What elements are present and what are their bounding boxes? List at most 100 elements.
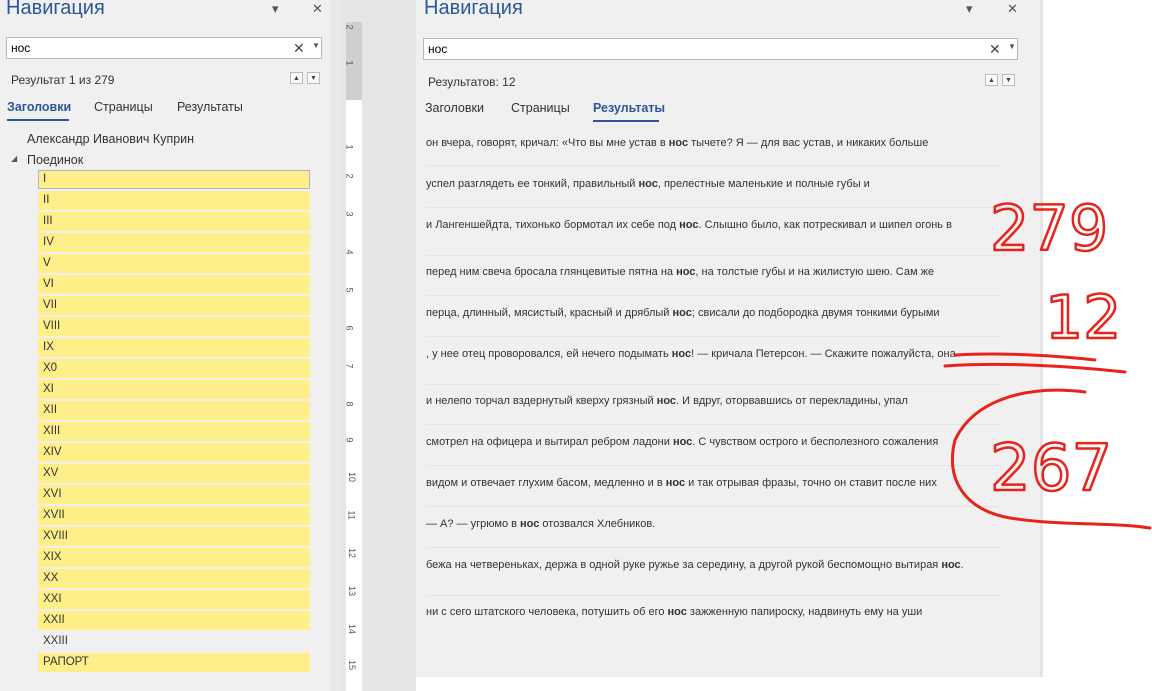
result-divider	[426, 255, 1001, 256]
tab-pages[interactable]: Страницы	[94, 100, 153, 114]
ruler-label: 7	[344, 363, 355, 369]
pane-close-button[interactable]: ✕	[312, 2, 323, 16]
ruler-label: 4	[344, 249, 355, 255]
next-result-button[interactable]: ▼	[307, 72, 320, 84]
pane-title: Навигация	[6, 0, 105, 19]
chapter-item[interactable]: IX	[38, 338, 310, 357]
chapter-item[interactable]: VII	[38, 296, 310, 315]
chapter-item[interactable]: X0	[38, 359, 310, 378]
search-hit: нос	[520, 518, 540, 530]
vertical-ruler: 2 1 1 2 3 4 5 6 7 8 9 10 11 12 13 14 15	[341, 0, 416, 691]
ruler-label: 1	[344, 60, 355, 66]
result-counter: Результат 1 из 279	[11, 73, 115, 87]
tab-headings[interactable]: Заголовки	[7, 100, 71, 114]
ruler-label: 12	[347, 547, 358, 559]
previous-result-button[interactable]: ▲	[985, 74, 998, 86]
search-result-item[interactable]: и нелепо торчал вздернутый кверху грязны…	[426, 393, 1001, 409]
result-divider	[426, 465, 1001, 466]
search-result-item[interactable]: и Лангеншейдта, тихонько бормотал их себ…	[426, 217, 1001, 233]
ruler-label: 14	[347, 623, 358, 635]
pane-border	[1040, 0, 1043, 677]
search-result-item[interactable]: перед ним свеча бросала глянцевитые пятн…	[426, 264, 1001, 280]
tab-results[interactable]: Результаты	[177, 100, 243, 114]
pane-close-button[interactable]: ✕	[1007, 2, 1018, 16]
search-options-icon[interactable]: ▼	[1008, 42, 1016, 51]
chapter-item[interactable]: III	[38, 212, 310, 231]
search-result-item[interactable]: успел разглядеть ее тонкий, правильный н…	[426, 176, 1001, 192]
search-hit: нос	[638, 178, 658, 190]
chapter-item[interactable]: РАПОРТ	[38, 653, 310, 672]
active-tab-indicator	[593, 120, 659, 122]
result-divider	[426, 384, 1001, 385]
result-divider	[426, 295, 1001, 296]
ruler-label: 2	[344, 173, 355, 179]
search-hit: нос	[676, 266, 696, 278]
heading-book[interactable]: Поединок	[27, 153, 83, 167]
annotation-12: 12	[1045, 283, 1121, 353]
search-hit: нос	[656, 395, 677, 407]
chapter-item[interactable]: VIII	[38, 317, 310, 336]
tab-headings[interactable]: Заголовки	[425, 101, 484, 115]
heading-author[interactable]: Александр Иванович Куприн	[27, 132, 194, 146]
result-divider	[426, 424, 1001, 425]
next-result-button[interactable]: ▼	[1002, 74, 1015, 86]
search-hit: нос	[667, 606, 687, 618]
pane-options-button[interactable]: ▾	[272, 2, 279, 16]
chapter-item[interactable]: XX	[38, 569, 310, 588]
search-result-item[interactable]: — А? — угрюмо в нос отозвался Хлебников.	[426, 516, 1001, 532]
search-result-item[interactable]: видом и отвечает глухим басом, медленно …	[426, 475, 1001, 491]
chapter-item[interactable]: V	[38, 254, 310, 273]
search-result-item[interactable]: ни с сего штатского человека, потушить о…	[426, 604, 1001, 620]
result-divider	[426, 547, 1001, 548]
ruler-label: 9	[344, 437, 355, 443]
ruler-label: 2	[344, 24, 355, 30]
previous-result-button[interactable]: ▲	[290, 72, 303, 84]
result-divider	[426, 165, 1001, 166]
chapter-item[interactable]: VI	[38, 275, 310, 294]
tab-results[interactable]: Результаты	[593, 101, 665, 115]
clear-search-icon[interactable]: ✕	[989, 41, 1001, 58]
ruler-label: 15	[347, 659, 358, 671]
ruler-label: 3	[344, 211, 355, 217]
search-input[interactable]: нос	[428, 42, 447, 56]
search-result-item[interactable]: перца, длинный, мясистый, красный и дряб…	[426, 305, 1001, 321]
search-result-item[interactable]: он вчера, говорят, кричал: «Что вы мне у…	[426, 135, 1001, 151]
ruler-label: 8	[344, 401, 355, 407]
pane-options-button[interactable]: ▾	[966, 2, 973, 16]
chapter-item[interactable]: XIV	[38, 443, 310, 462]
search-field[interactable]: нос ✕ ▼	[6, 37, 322, 59]
search-result-item[interactable]: , у нее отец проворовался, ей нечего под…	[426, 346, 1001, 362]
chapter-item[interactable]: XII	[38, 401, 310, 420]
chapter-item[interactable]: XVIII	[38, 527, 310, 546]
chapter-item[interactable]: II	[38, 191, 310, 210]
search-hit: нос	[665, 477, 686, 489]
pane-scrollbar[interactable]	[331, 0, 341, 691]
chapter-item[interactable]: XI	[38, 380, 310, 399]
chapter-item[interactable]: XXIII	[38, 632, 310, 651]
chapter-item[interactable]: XIII	[38, 422, 310, 441]
ruler-label: 13	[347, 585, 358, 597]
chapter-item[interactable]: XXII	[38, 611, 310, 630]
chapter-item[interactable]: XXI	[38, 590, 310, 609]
search-options-icon[interactable]: ▼	[312, 41, 320, 50]
ruler-label: 10	[347, 471, 358, 483]
search-result-item[interactable]: бежа на четвереньках, держа в одной руке…	[426, 557, 1001, 573]
search-hit: нос	[679, 219, 699, 231]
result-counter: Результатов: 12	[428, 75, 516, 89]
chapter-item[interactable]: XV	[38, 464, 310, 483]
search-hit: нос	[672, 307, 692, 319]
search-result-item[interactable]: смотрел на офицера и вытирал ребром ладо…	[426, 434, 1001, 450]
clear-search-icon[interactable]: ✕	[293, 40, 305, 57]
chapter-item[interactable]: XVI	[38, 485, 310, 504]
chapter-item[interactable]: XIX	[38, 548, 310, 567]
chapter-item[interactable]: XVII	[38, 506, 310, 525]
ruler-label: 1	[344, 144, 355, 150]
ruler-label: 6	[344, 325, 355, 331]
search-input[interactable]: нос	[11, 41, 30, 55]
tab-pages[interactable]: Страницы	[511, 101, 570, 115]
left-navigation-pane: Навигация ▾ ✕ нос ✕ ▼ Результат 1 из 279…	[0, 0, 331, 691]
collapse-arrow-icon[interactable]: ◢	[11, 154, 17, 163]
chapter-item[interactable]: I	[38, 170, 310, 189]
search-field[interactable]: нос ✕ ▼	[423, 38, 1018, 60]
chapter-item[interactable]: IV	[38, 233, 310, 252]
